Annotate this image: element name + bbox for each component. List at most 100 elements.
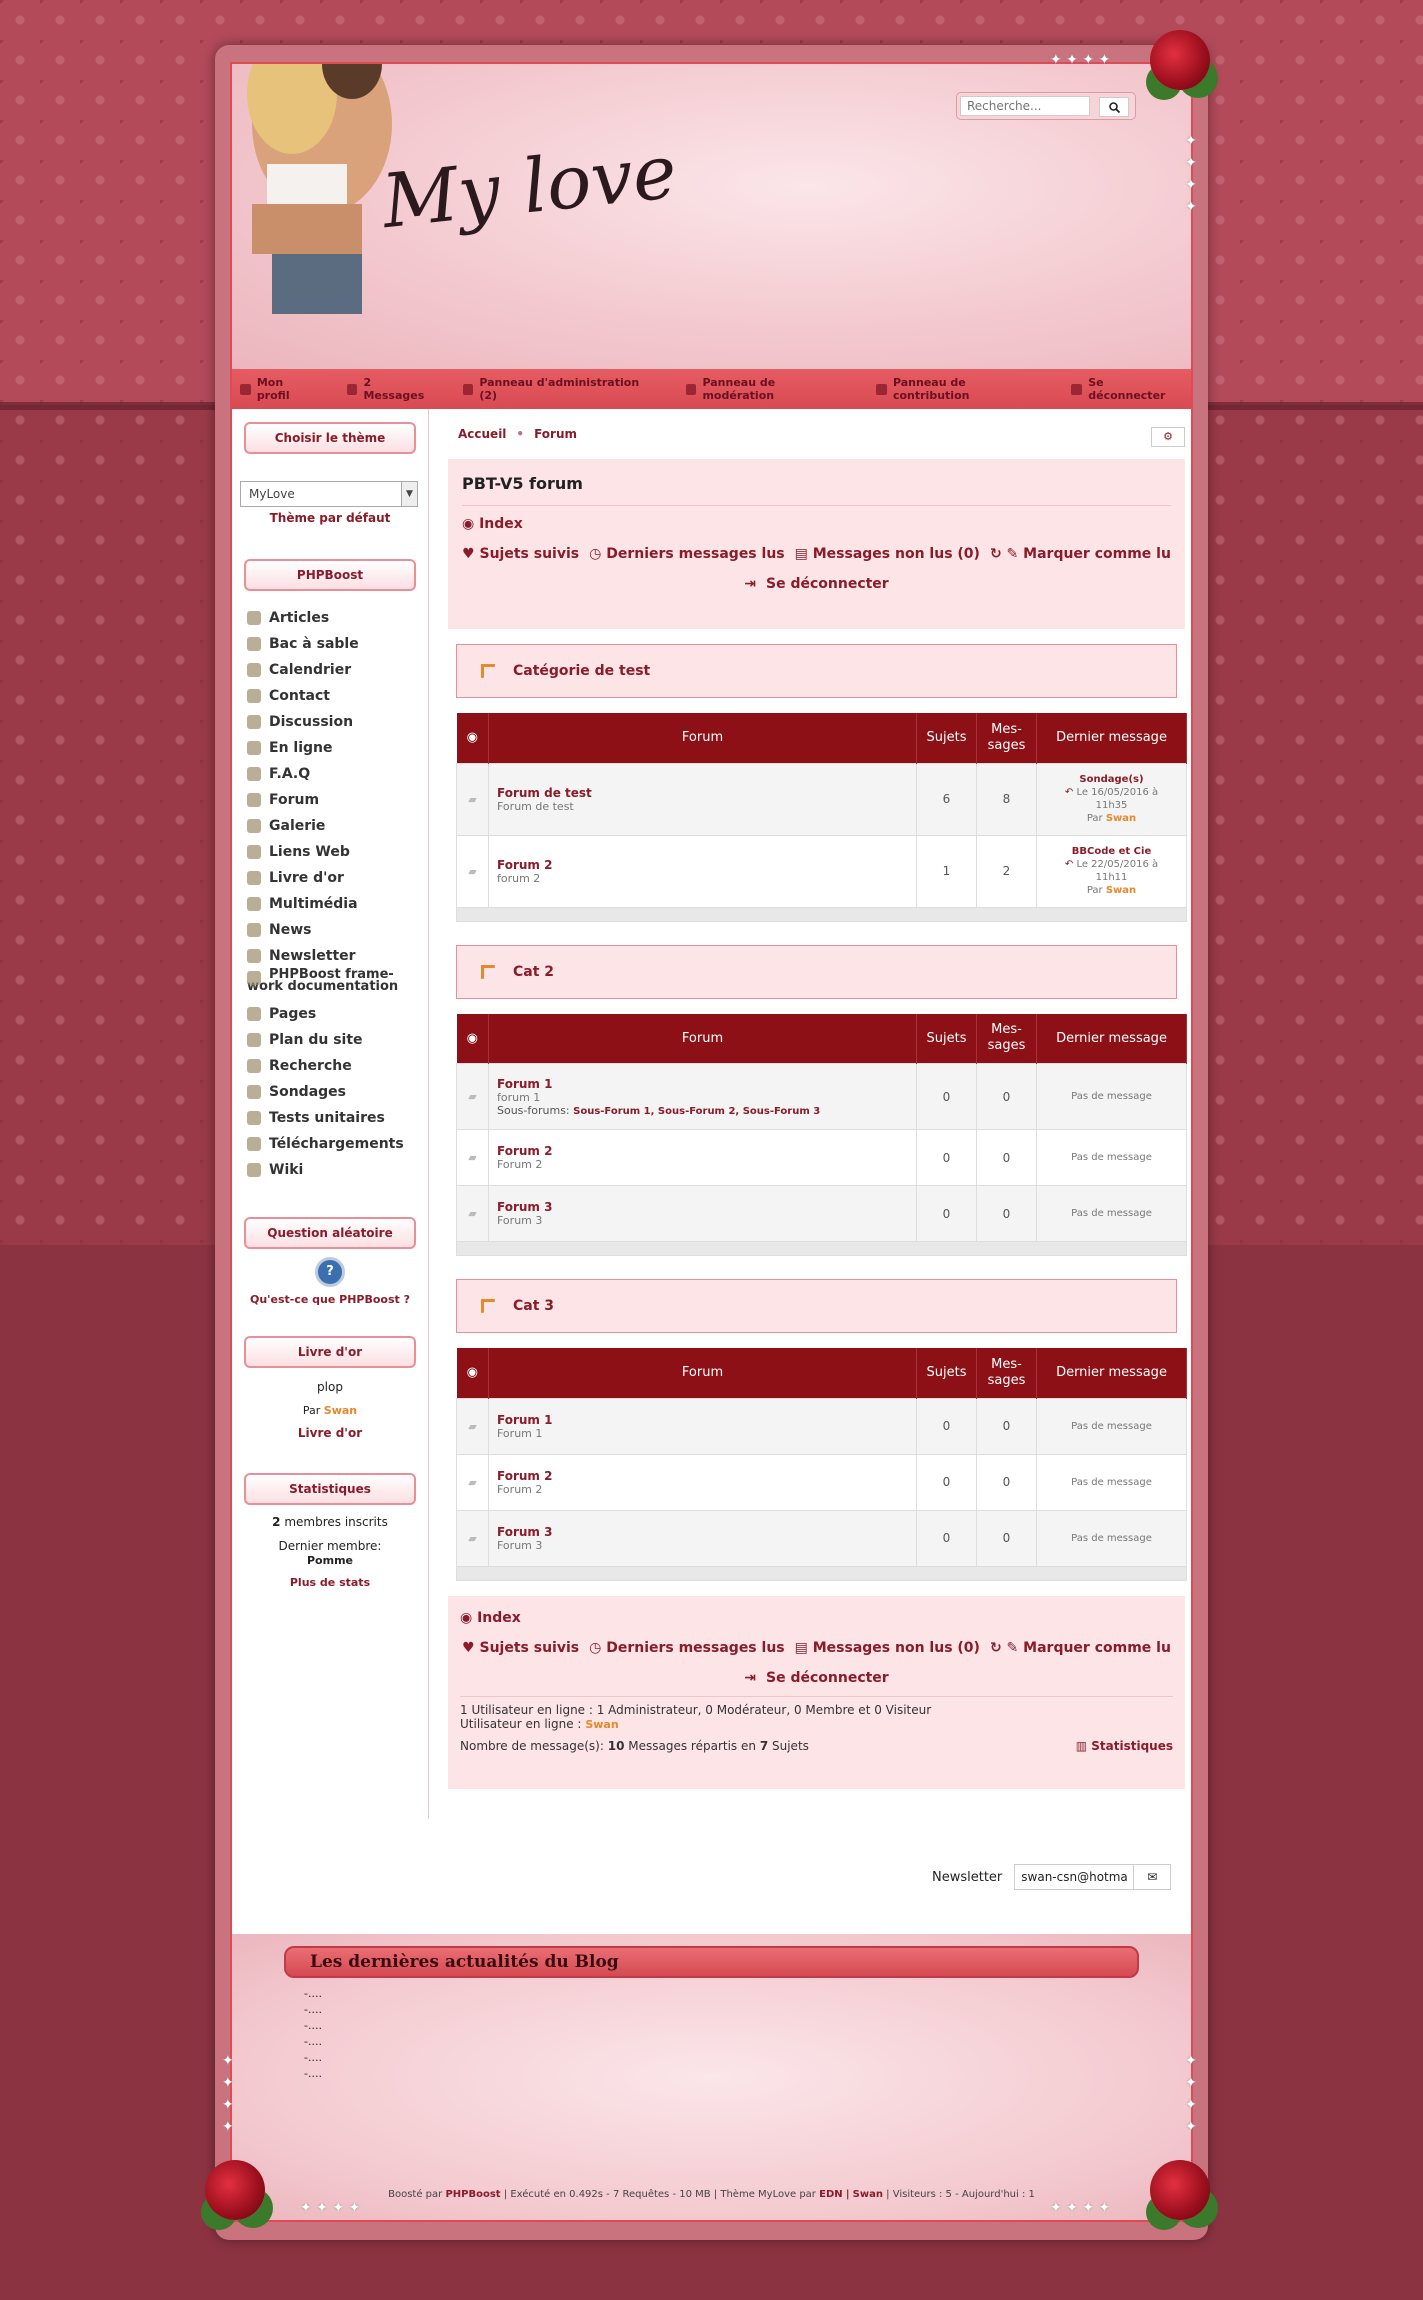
theme-select[interactable]: MyLove ▼ — [240, 481, 418, 507]
menu-item-pages[interactable]: Pages — [247, 1001, 428, 1027]
menu-item-calendar[interactable]: Calendrier — [247, 657, 428, 683]
forum-link[interactable]: Forum de test — [497, 786, 916, 800]
no-message: Pas de message — [1036, 1063, 1187, 1130]
sun-icon — [247, 871, 261, 885]
last-topic-link[interactable]: Sondage(s) — [1079, 774, 1143, 785]
random-question-button[interactable]: Question aléatoire — [244, 1217, 416, 1249]
chat-icon: ▰ — [456, 762, 489, 836]
nav-contribution[interactable]: Panneau de contribution — [868, 376, 1051, 402]
swan-link[interactable]: Swan — [853, 2189, 883, 2200]
category-header[interactable]: Cat 2 — [456, 944, 1177, 999]
menu-item-newsletter[interactable]: Newsletter — [247, 943, 428, 969]
forum-header: PBT-V5 forum ◉ Index ♥ Sujets suivis ◷ D… — [448, 459, 1185, 629]
blog-item[interactable]: -.... — [304, 2050, 322, 2066]
menu-item-gallery[interactable]: Galerie — [247, 813, 428, 839]
newsletter-email-input[interactable]: swan-csn@hotma — [1014, 1864, 1135, 1890]
search-button[interactable] — [1099, 97, 1129, 117]
blog-item[interactable]: -.... — [304, 2034, 322, 2050]
guestbook-message: plop — [317, 1380, 343, 1394]
subject-count: 0 — [916, 1509, 977, 1567]
forum-description: Forum 1 — [497, 1426, 543, 1440]
modules-menu: Articles Bac à sable Calendrier Contact … — [232, 605, 428, 1183]
last-member-name[interactable]: Pomme — [232, 1555, 428, 1566]
blog-item[interactable]: -.... — [304, 2066, 322, 2082]
guestbook-button[interactable]: Livre d'or — [244, 1336, 416, 1368]
rss-icon[interactable] — [481, 1299, 495, 1313]
menu-item-framework-doc[interactable]: PHPBoost frame-work documentation — [247, 968, 428, 1001]
blog-item[interactable]: -.... — [304, 1986, 322, 2002]
nav-messages[interactable]: 2 Messages — [339, 376, 443, 402]
footer-index-link[interactable]: ◉ Index — [460, 1610, 1173, 1626]
guestbook-link[interactable]: Livre d'or — [232, 1422, 428, 1445]
last-read-link[interactable]: ◷ Derniers messages lus — [589, 546, 785, 562]
forum-link[interactable]: Forum 2 — [497, 858, 916, 872]
category-header[interactable]: Catégorie de test — [456, 644, 1177, 698]
forum-tools: ♥ Sujets suivis ◷ Derniers messages lus … — [462, 546, 1171, 562]
footer-unread-link[interactable]: ▤ Messages non lus (0) — [795, 1640, 980, 1656]
forum-link[interactable]: Forum 3 — [497, 1525, 916, 1539]
menu-item-online[interactable]: En ligne — [247, 735, 428, 761]
menu-item-polls[interactable]: Sondages — [247, 1079, 428, 1105]
mark-read-link[interactable]: ↻ ✎ Marquer comme lu — [990, 546, 1171, 562]
theme-menu-button[interactable]: Choisir le thème — [244, 422, 416, 454]
question-link[interactable]: Qu'est-ce que PHPBoost ? — [232, 1293, 428, 1306]
forum-link[interactable]: Forum 3 — [497, 1200, 916, 1214]
blog-item[interactable]: -.... — [304, 2018, 322, 2034]
category-header[interactable]: Cat 3 — [456, 1279, 1177, 1333]
unread-link[interactable]: ▤ Messages non lus (0) — [795, 546, 980, 562]
menu-item-sitemap[interactable]: Plan du site — [247, 1027, 428, 1053]
nav-admin[interactable]: Panneau d'administration (2) — [455, 376, 666, 402]
nav-logout[interactable]: Se déconnecter — [1063, 376, 1191, 402]
statistics-link[interactable]: ▥ Statistiques — [1076, 1739, 1173, 1753]
phpboost-link[interactable]: PHPBoost — [445, 2189, 500, 2200]
rss-icon[interactable] — [481, 664, 495, 678]
footer-mark-read-link[interactable]: ↻ ✎ Marquer comme lu — [990, 1640, 1171, 1656]
forum-link[interactable]: Forum 1 — [497, 1077, 916, 1091]
menu-item-unit-tests[interactable]: Tests unitaires — [247, 1105, 428, 1131]
newsletter-form: Newsletter swan-csn@hotma ✉ — [932, 1864, 1172, 1890]
nav-profile[interactable]: Mon profil — [232, 376, 327, 402]
phpboost-menu-button[interactable]: PHPBoost — [244, 559, 416, 591]
logout-link[interactable]: ⇥ Se déconnecter — [462, 576, 1171, 592]
menu-item-wiki[interactable]: Wiki — [247, 1157, 428, 1183]
nav-moderation[interactable]: Panneau de modération — [678, 376, 857, 402]
footer-last-read-link[interactable]: ◷ Derniers messages lus — [589, 1640, 785, 1656]
blog-item[interactable]: -.... — [304, 2002, 322, 2018]
forum-link[interactable]: Forum 1 — [497, 1413, 916, 1427]
menu-item-weblinks[interactable]: Liens Web — [247, 839, 428, 865]
menu-item-news[interactable]: News — [247, 917, 428, 943]
footer-logout-link[interactable]: ⇥ Se déconnecter — [460, 1670, 1173, 1697]
menu-item-discussion[interactable]: Discussion — [247, 709, 428, 735]
last-topic-link[interactable]: BBCode et Cie — [1072, 846, 1151, 857]
breadcrumb-home[interactable]: Accueil — [458, 427, 506, 441]
menu-item-sandbox[interactable]: Bac à sable — [247, 631, 428, 657]
page-icon — [247, 1007, 261, 1021]
gear-icon[interactable]: ⚙ — [1151, 427, 1185, 447]
footer-followed-link[interactable]: ♥ Sujets suivis — [462, 1640, 579, 1656]
search-input[interactable] — [960, 96, 1090, 116]
chat-icon: ▰ — [456, 1185, 489, 1242]
menu-item-faq[interactable]: F.A.Q — [247, 761, 428, 787]
forum-link[interactable]: Forum 2 — [497, 1469, 916, 1483]
newsletter-submit-button[interactable]: ✉ — [1133, 1864, 1172, 1890]
menu-item-multimedia[interactable]: Multimédia — [247, 891, 428, 917]
subject-count: 0 — [916, 1063, 977, 1130]
menu-item-downloads[interactable]: Téléchargements — [247, 1131, 428, 1157]
forum-link[interactable]: Forum 2 — [497, 1144, 916, 1158]
more-stats-link[interactable]: Plus de stats — [232, 1574, 428, 1592]
menu-item-guestbook[interactable]: Livre d'or — [247, 865, 428, 891]
menu-item-search[interactable]: Recherche — [247, 1053, 428, 1079]
subforum-links[interactable]: Sous-Forum 1, Sous-Forum 2, Sous-Forum 3 — [573, 1106, 820, 1117]
default-theme-link[interactable]: Thème par défaut — [232, 511, 428, 525]
table-row: ▰ Forum 3 Forum 3 0 0 Pas de message — [456, 1185, 1187, 1242]
menu-item-articles[interactable]: Articles — [247, 605, 428, 631]
followed-link[interactable]: ♥ Sujets suivis — [462, 546, 579, 562]
menu-item-forum[interactable]: Forum — [247, 787, 428, 813]
statistics-button[interactable]: Statistiques — [244, 1473, 416, 1505]
menu-item-contact[interactable]: Contact — [247, 683, 428, 709]
rss-icon[interactable] — [481, 964, 495, 979]
edn-link[interactable]: EDN — [819, 2189, 843, 2200]
index-link[interactable]: ◉ Index — [462, 516, 1171, 532]
breadcrumb-forum[interactable]: Forum — [534, 427, 577, 441]
magnifier-icon — [247, 1059, 261, 1073]
